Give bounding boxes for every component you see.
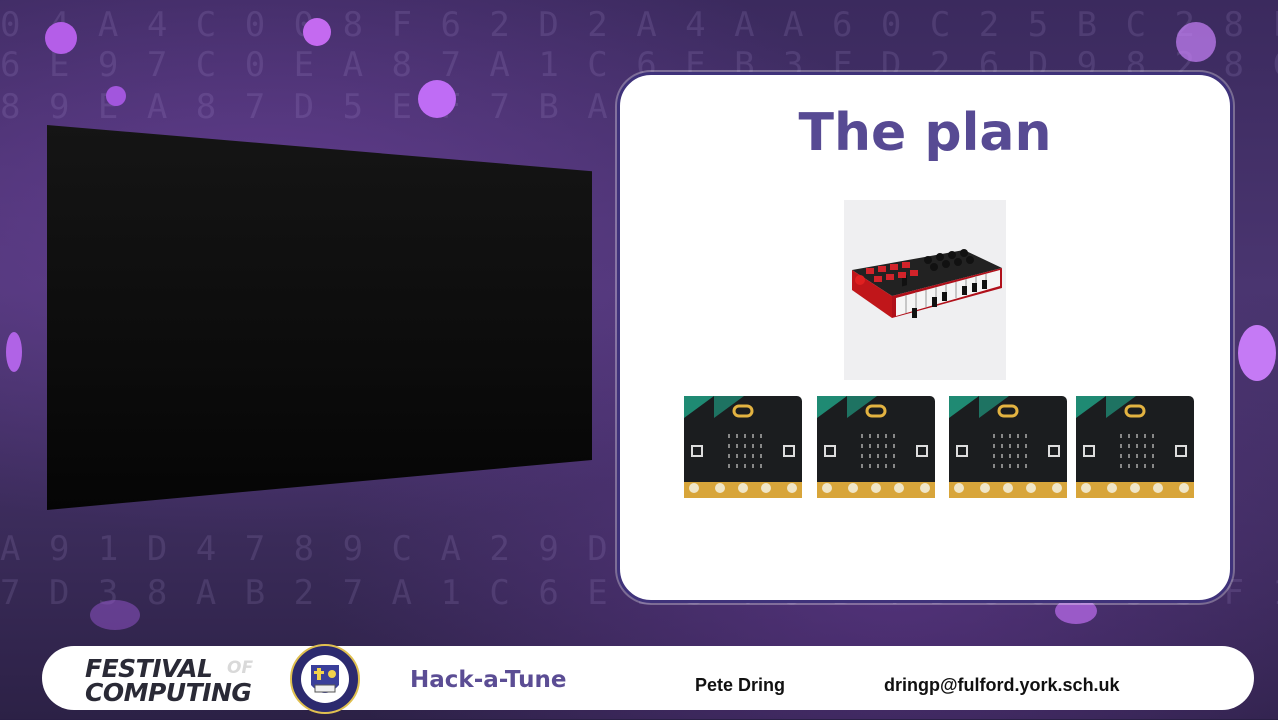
midi-keyboard-icon xyxy=(844,200,1006,380)
presenter-name: Pete Dring xyxy=(695,675,786,695)
midi-keyboard-image xyxy=(844,200,1006,380)
microbit-board-icon xyxy=(1076,396,1194,498)
bokeh-light xyxy=(90,600,140,630)
microbit-image-2 xyxy=(817,396,935,498)
microbit-image-1 xyxy=(684,396,802,498)
presenter-email[interactable]: dringp@fulford.york.sch.uk xyxy=(884,675,1120,696)
bokeh-light xyxy=(418,80,456,118)
microbit-board-icon xyxy=(949,396,1067,498)
slide-title: The plan xyxy=(798,103,1052,163)
bokeh-light xyxy=(106,86,126,106)
bokeh-light xyxy=(6,332,22,372)
video-screen xyxy=(47,125,592,510)
microbit-image-4 xyxy=(1076,396,1194,498)
bokeh-light xyxy=(1176,22,1216,62)
microbit-board-icon xyxy=(817,396,935,498)
svg-text:0 4 A 4 C 0 0 8 F 6 2 D 2 A 4: 0 4 A 4 C 0 0 8 F 6 2 D 2 A 4 A A 6 0 C … xyxy=(0,6,1278,45)
festival-logo-of: OF xyxy=(227,658,254,678)
festival-logo-line2: COMPUTING xyxy=(85,678,252,707)
bokeh-light xyxy=(303,18,331,46)
microbit-board-icon xyxy=(684,396,802,498)
school-crest-logo xyxy=(283,643,367,715)
event-title: Hack-a-Tune xyxy=(410,667,567,693)
microbit-image-3 xyxy=(949,396,1067,498)
bokeh-light xyxy=(45,22,77,54)
bokeh-light xyxy=(1238,325,1276,381)
